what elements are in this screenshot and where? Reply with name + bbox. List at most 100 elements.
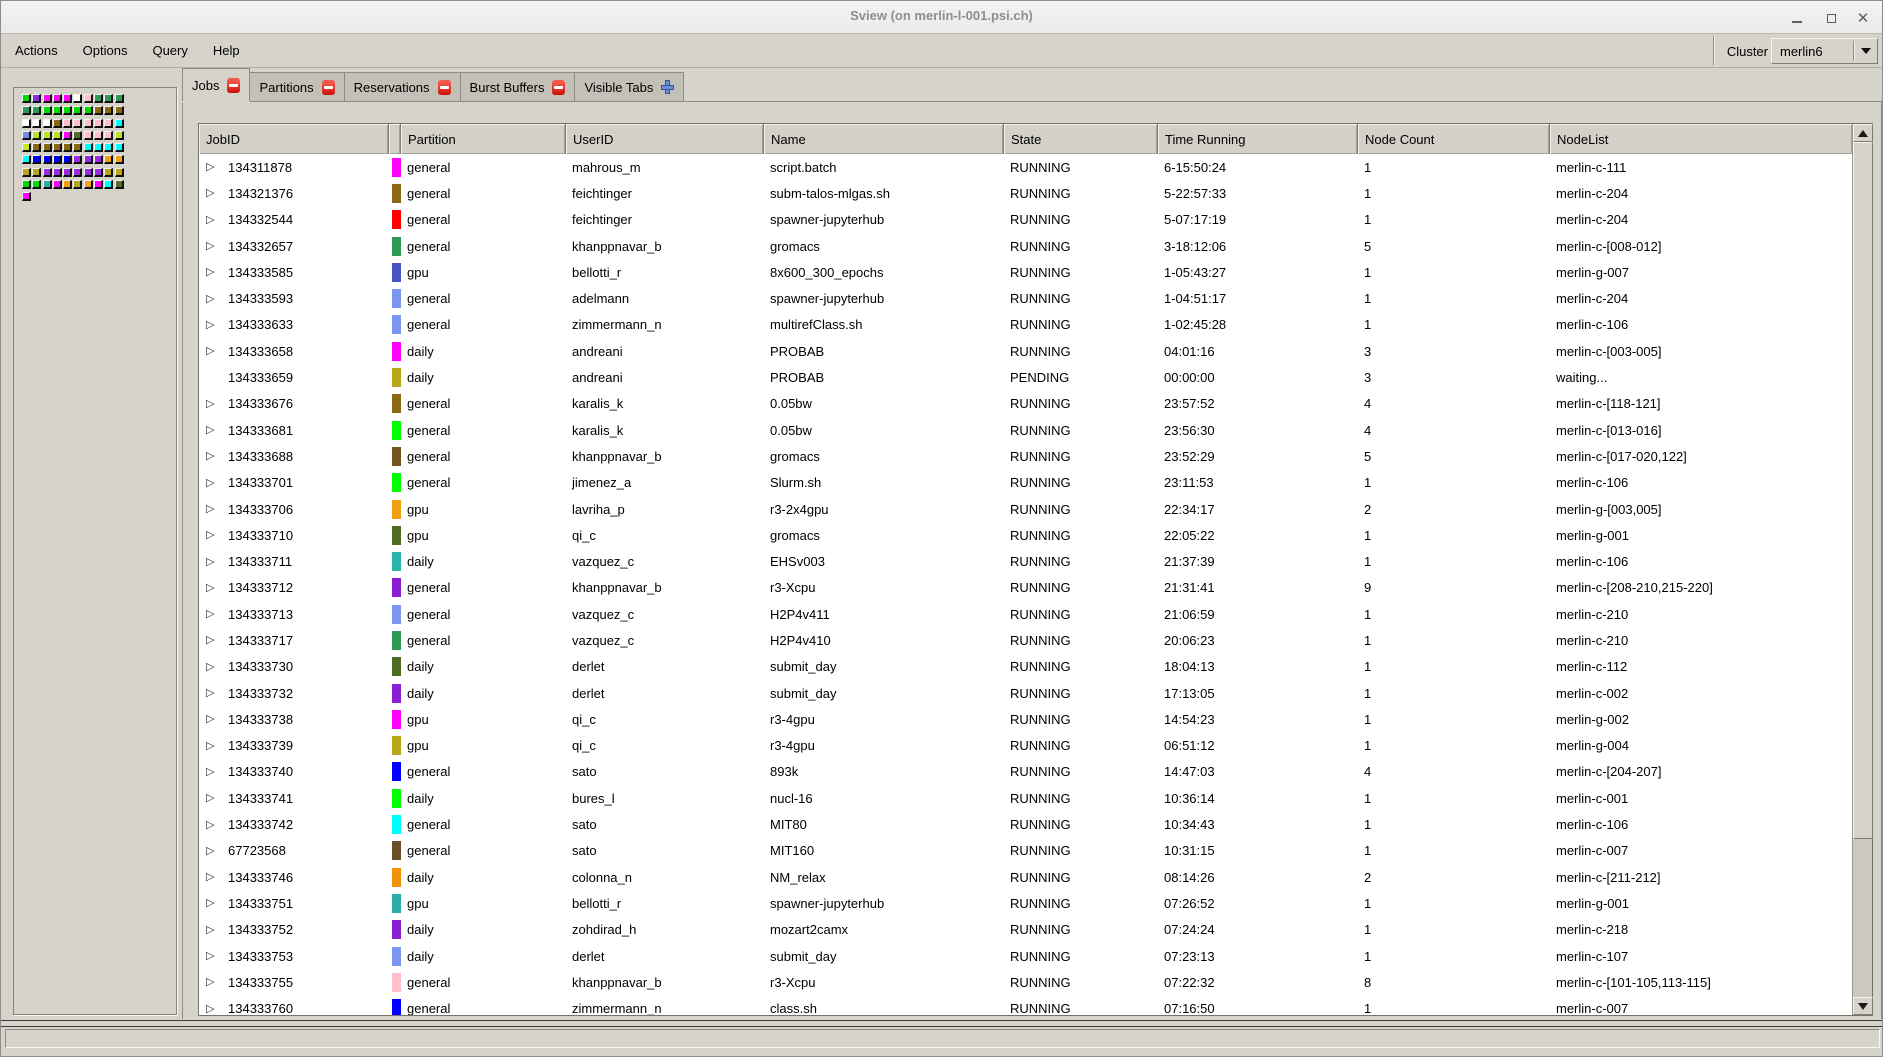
node-grid-cell[interactable] [84,94,93,103]
row-expander-icon[interactable]: ▷ [206,733,219,759]
node-grid-cell[interactable] [63,155,72,164]
row-expander-icon[interactable]: ▷ [206,338,219,364]
menu-actions[interactable]: Actions [4,39,69,62]
node-grid-cell[interactable] [32,94,41,103]
table-row[interactable]: ▷134333701generaljimenez_aSlurm.shRUNNIN… [199,470,1852,496]
table-row[interactable]: ▷134333688generalkhanppnavar_bgromacsRUN… [199,443,1852,469]
node-grid-cell[interactable] [22,155,31,164]
node-grid-cell[interactable] [22,131,31,140]
node-grid-cell[interactable] [43,106,52,115]
node-grid-cell[interactable] [115,131,124,140]
table-row[interactable]: ▷134333676generalkaralis_k0.05bwRUNNING2… [199,391,1852,417]
node-grid-cell[interactable] [32,180,41,189]
vertical-scrollbar[interactable] [1852,124,1872,1015]
table-row[interactable]: ▷134311878generalmahrous_mscript.batchRU… [199,154,1852,180]
row-expander-icon[interactable]: ▷ [206,864,219,890]
row-expander-icon[interactable]: ▷ [206,654,219,680]
node-grid-cell[interactable] [53,180,62,189]
node-grid-cell[interactable] [84,143,93,152]
node-grid-cell[interactable] [94,143,103,152]
node-grid-cell[interactable] [32,119,41,128]
remove-icon[interactable] [438,80,451,95]
node-grid-cell[interactable] [115,180,124,189]
table-row[interactable]: 134333659dailyandreaniPROBABPENDING00:00… [199,364,1852,390]
node-grid-cell[interactable] [53,131,62,140]
table-row[interactable]: ▷134333710gpuqi_cgromacsRUNNING22:05:221… [199,522,1852,548]
node-grid-cell[interactable] [73,155,82,164]
node-grid-cell[interactable] [104,180,113,189]
node-grid-cell[interactable] [104,119,113,128]
node-grid-cell[interactable] [73,168,82,177]
node-grid-cell[interactable] [32,131,41,140]
row-expander-icon[interactable]: ▷ [206,549,219,575]
remove-icon[interactable] [552,80,565,95]
node-grid-cell[interactable] [115,168,124,177]
node-grid-cell[interactable] [22,106,31,115]
node-grid-cell[interactable] [63,168,72,177]
row-expander-icon[interactable]: ▷ [206,417,219,443]
node-grid-cell[interactable] [63,143,72,152]
table-row[interactable]: ▷134333681generalkaralis_k0.05bwRUNNING2… [199,417,1852,443]
row-expander-icon[interactable]: ▷ [206,522,219,548]
menu-query[interactable]: Query [141,39,198,62]
row-expander-icon[interactable]: ▷ [206,680,219,706]
column-header-time-running[interactable]: Time Running [1158,124,1358,154]
node-grid-cell[interactable] [115,94,124,103]
node-grid-cell[interactable] [43,131,52,140]
table-row[interactable]: ▷134333760generalzimmermann_nclass.shRUN… [199,996,1852,1016]
tab-jobs[interactable]: Jobs [182,68,250,101]
row-expander-icon[interactable]: ▷ [206,286,219,312]
node-grid-cell[interactable] [22,94,31,103]
row-expander-icon[interactable]: ▷ [206,996,219,1015]
column-header-color[interactable] [389,124,401,154]
minimize-button[interactable] [1786,7,1808,29]
node-grid-cell[interactable] [43,155,52,164]
table-row[interactable]: ▷134333755generalkhanppnavar_br3-XcpuRUN… [199,969,1852,995]
node-grid-cell[interactable] [22,180,31,189]
node-grid-cell[interactable] [73,106,82,115]
table-row[interactable]: ▷134333746dailycolonna_nNM_relaxRUNNING0… [199,864,1852,890]
node-grid-cell[interactable] [63,106,72,115]
node-grid-cell[interactable] [84,155,93,164]
table-row[interactable]: ▷134333732dailyderletsubmit_dayRUNNING17… [199,680,1852,706]
node-grid-cell[interactable] [94,119,103,128]
node-grid-cell[interactable] [53,94,62,103]
row-expander-icon[interactable]: ▷ [206,917,219,943]
node-grid-cell[interactable] [32,143,41,152]
table-row[interactable]: ▷134333711dailyvazquez_cEHSv003RUNNING21… [199,548,1852,574]
remove-icon[interactable] [227,78,240,93]
menu-options[interactable]: Options [72,39,139,62]
node-grid-cell[interactable] [73,119,82,128]
row-expander-icon[interactable]: ▷ [206,233,219,259]
table-row[interactable]: ▷134333713generalvazquez_cH2P4v411RUNNIN… [199,601,1852,627]
node-grid-cell[interactable] [84,168,93,177]
row-expander-icon[interactable]: ▷ [206,259,219,285]
column-header-name[interactable]: Name [764,124,1004,154]
table-row[interactable]: ▷134333741dailybures_lnucl-16RUNNING10:3… [199,785,1852,811]
table-row[interactable]: ▷134332544generalfeichtingerspawner-jupy… [199,207,1852,233]
column-header-nodelist[interactable]: NodeList [1550,124,1852,154]
row-expander-icon[interactable]: ▷ [206,838,219,864]
node-grid-cell[interactable] [22,192,31,201]
table-row[interactable]: ▷134333633generalzimmermann_nmultirefCla… [199,312,1852,338]
node-grid-cell[interactable] [22,143,31,152]
node-grid-cell[interactable] [104,131,113,140]
node-grid-cell[interactable] [84,131,93,140]
node-grid-cell[interactable] [32,168,41,177]
node-grid-cell[interactable] [53,168,62,177]
table-row[interactable]: ▷134333658dailyandreaniPROBABRUNNING04:0… [199,338,1852,364]
row-expander-icon[interactable]: ▷ [206,575,219,601]
tab-visible-tabs[interactable]: Visible Tabs [575,72,684,101]
row-expander-icon[interactable]: ▷ [206,312,219,338]
node-grid-cell[interactable] [53,119,62,128]
node-grid-cell[interactable] [84,119,93,128]
row-expander-icon[interactable]: ▷ [206,391,219,417]
node-grid-cell[interactable] [43,180,52,189]
table-row[interactable]: ▷134333752dailyzohdirad_hmozart2camxRUNN… [199,917,1852,943]
table-row[interactable]: ▷134333730dailyderletsubmit_dayRUNNING18… [199,654,1852,680]
node-grid-cell[interactable] [53,106,62,115]
column-header-jobid[interactable]: JobID [199,124,389,154]
tab-partitions[interactable]: Partitions [250,72,344,101]
node-grid-cell[interactable] [63,94,72,103]
node-grid-cell[interactable] [22,168,31,177]
